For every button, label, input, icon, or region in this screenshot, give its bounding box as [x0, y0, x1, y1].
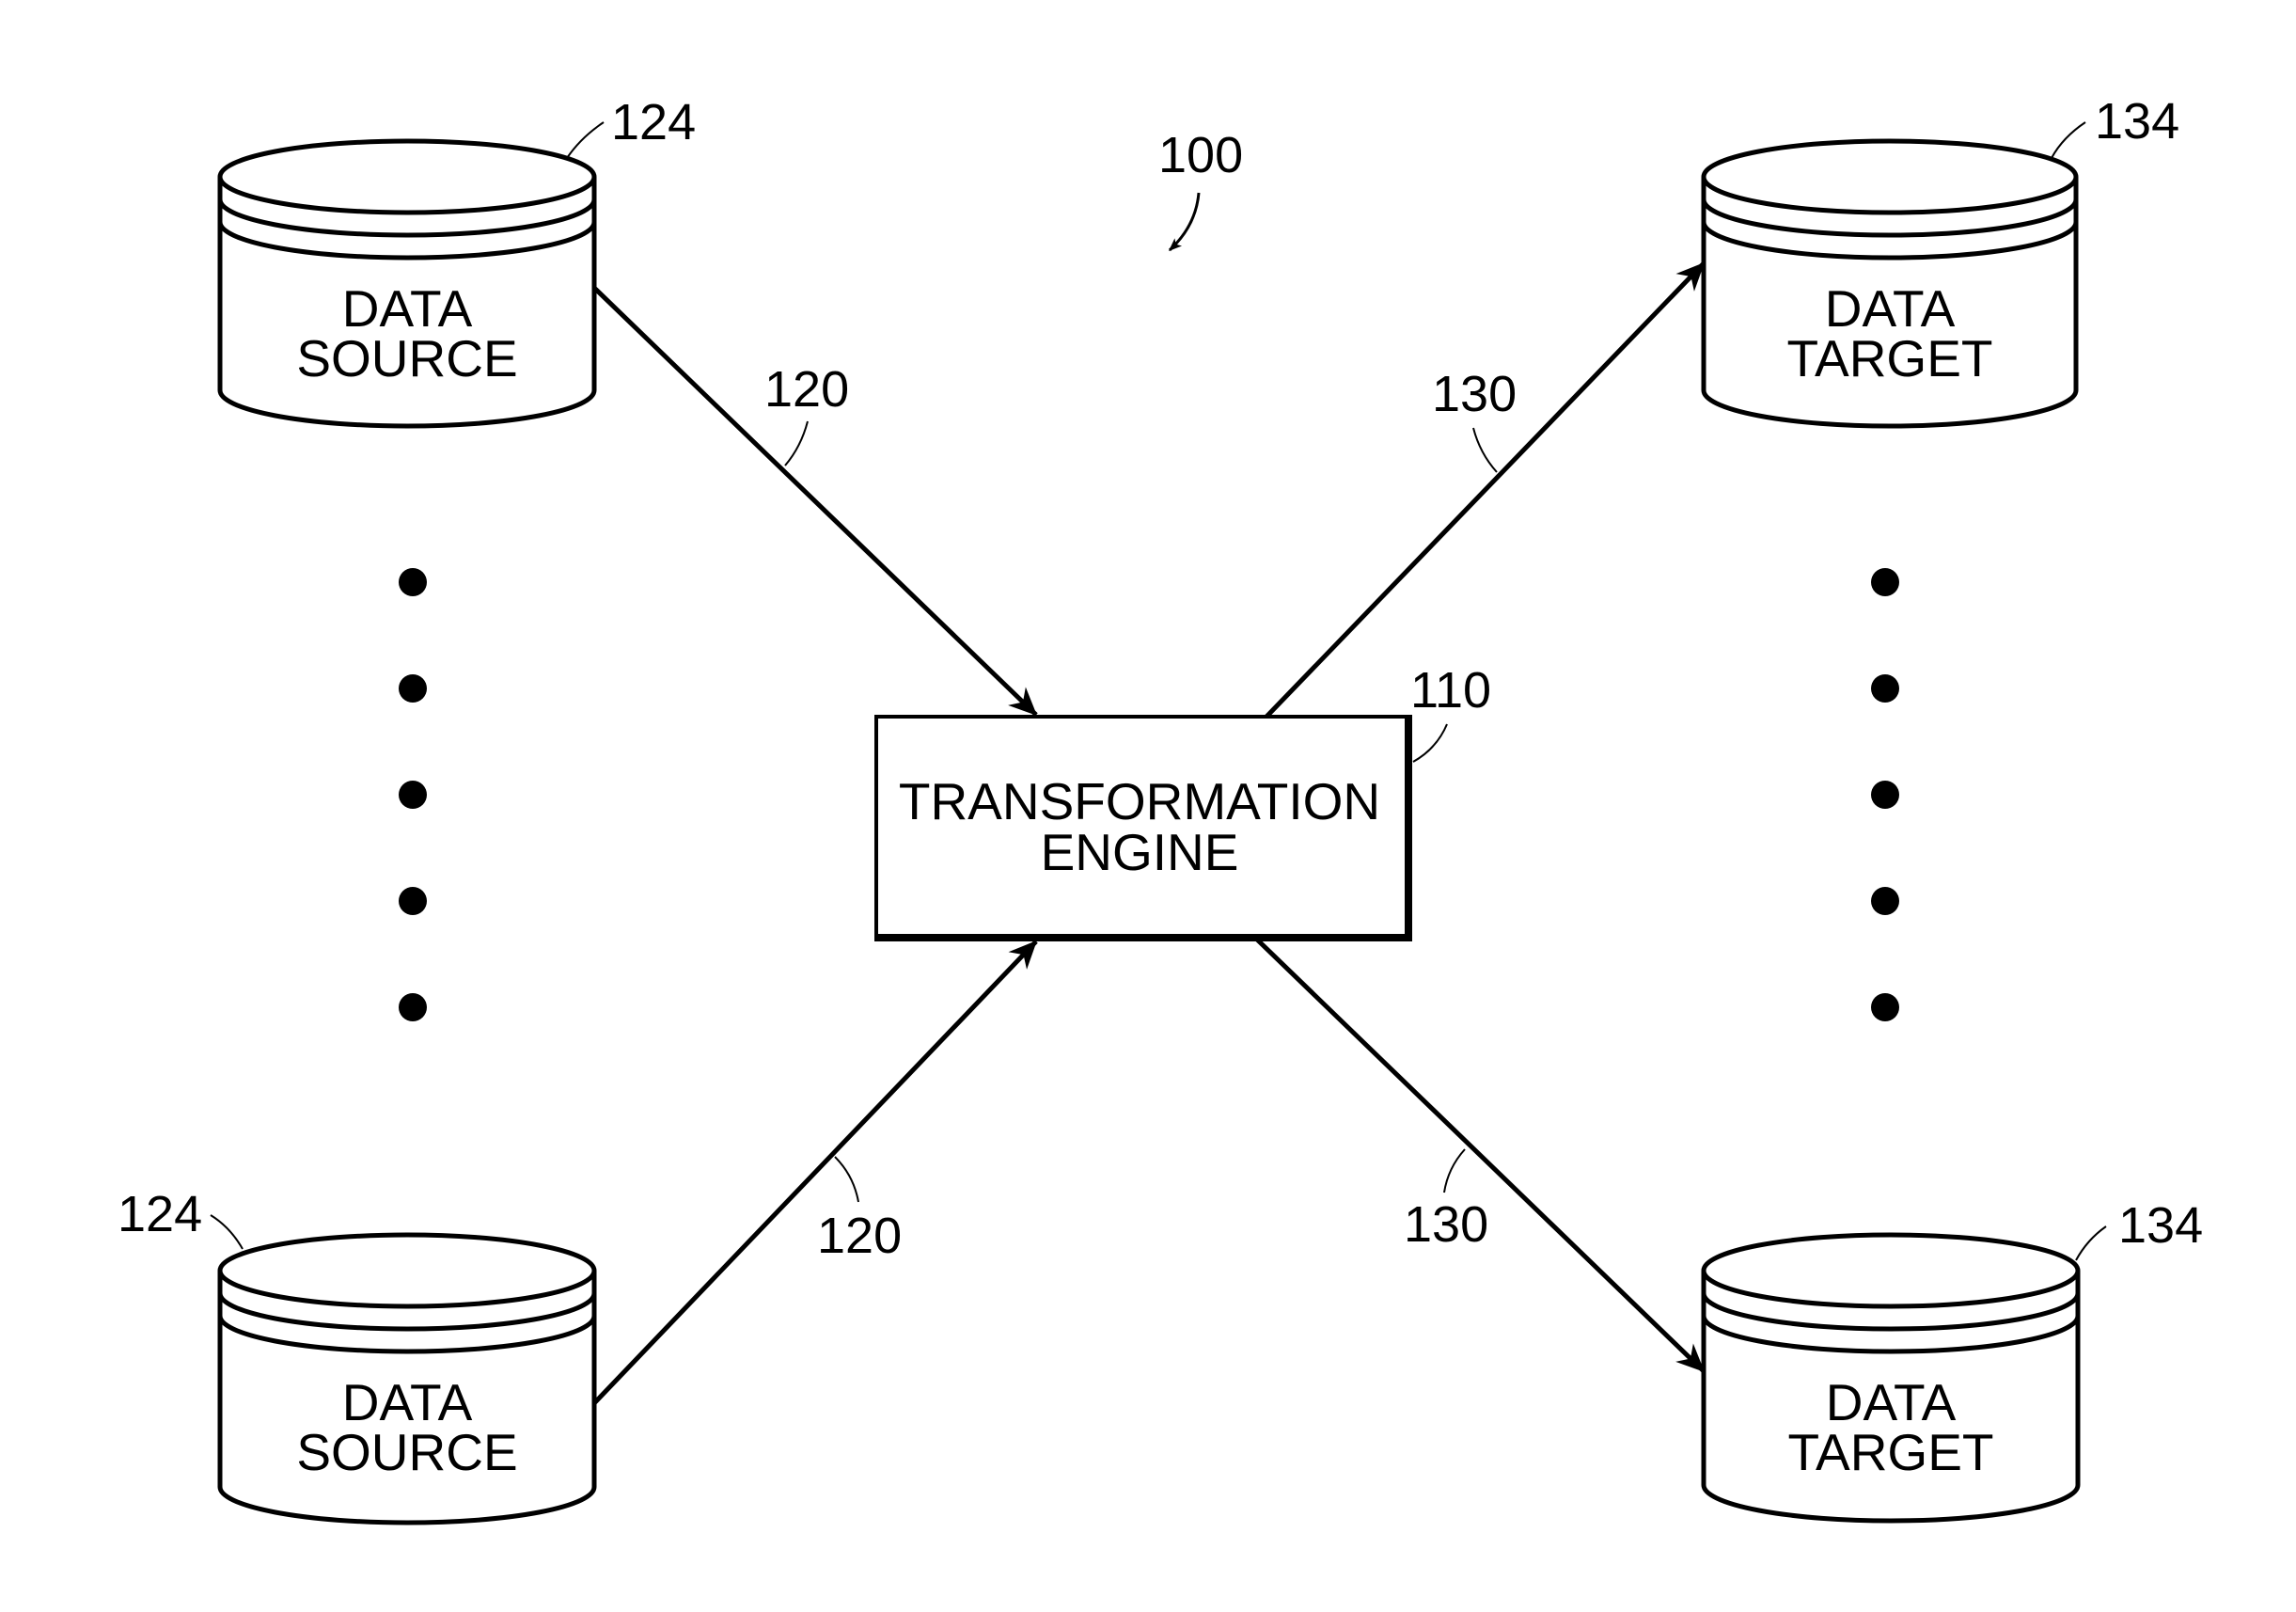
data-target-cylinder: DATA TARGET: [1701, 138, 2079, 429]
connection-arrow-source-to-engine: [592, 286, 1038, 717]
connection-ref-leader: [1472, 427, 1498, 473]
data-source-cylinder: DATA SOURCE: [217, 138, 597, 429]
target-ref-label: 134: [2095, 93, 2179, 150]
connection-ref-leader: [834, 1156, 859, 1203]
connection-ref-label: 130: [1404, 1196, 1488, 1253]
figure-ref-label: 100: [1158, 127, 1243, 183]
data-target-label-line2: TARGET: [1787, 329, 1993, 387]
connection-ref-leader: [784, 420, 809, 466]
data-target-label-line2: TARGET: [1788, 1423, 1994, 1481]
ellipsis-dot: [399, 674, 427, 703]
ellipsis-dot: [399, 568, 427, 596]
engine-label-line1: TRANSFORMATION: [899, 772, 1380, 830]
target-ref-label: 134: [2118, 1197, 2203, 1254]
connection-arrow-engine-to-target: [1253, 936, 1706, 1373]
target-ellipsis-dots: [1871, 568, 1899, 1021]
engine-label-line2: ENGINE: [1041, 823, 1239, 881]
data-source-cylinder: DATA SOURCE: [217, 1232, 597, 1525]
data-source-label-line2: SOURCE: [296, 1423, 517, 1481]
transformation-engine-box: TRANSFORMATION ENGINE: [874, 715, 1412, 941]
connection-arrow-engine-to-target: [1265, 261, 1706, 719]
engine-ref-label: 110: [1410, 662, 1491, 719]
ellipsis-dot: [1871, 781, 1899, 809]
ellipsis-dot: [1871, 887, 1899, 915]
source-ref-label: 124: [118, 1186, 202, 1242]
figure-ref-arrow: [1168, 192, 1201, 252]
ellipsis-dot: [1871, 993, 1899, 1021]
connection-ref-label: 120: [817, 1208, 902, 1264]
source-ref-leader: [210, 1214, 244, 1250]
connection-ref-label: 120: [764, 361, 849, 418]
ellipsis-dot: [399, 993, 427, 1021]
ellipsis-dot: [1871, 568, 1899, 596]
connection-ref-label: 130: [1432, 366, 1517, 422]
data-target-cylinder: DATA TARGET: [1701, 1232, 2081, 1524]
data-source-label-line2: SOURCE: [296, 329, 517, 387]
source-ref-label: 124: [611, 94, 696, 150]
ellipsis-dot: [399, 887, 427, 915]
engine-ref-leader: [1412, 723, 1448, 763]
target-ref-leader: [2075, 1225, 2107, 1261]
ellipsis-dot: [399, 781, 427, 809]
source-ellipsis-dots: [399, 568, 427, 1021]
diagram-canvas: 100 DATA SOURCE 124 DATA SOURCE 124 DATA…: [118, 93, 2203, 1525]
connection-arrow-source-to-engine: [592, 940, 1038, 1405]
target-ref-leader: [2051, 121, 2086, 159]
connection-ref-leader: [1443, 1148, 1466, 1193]
source-ref-leader: [566, 121, 605, 159]
ellipsis-dot: [1871, 674, 1899, 703]
